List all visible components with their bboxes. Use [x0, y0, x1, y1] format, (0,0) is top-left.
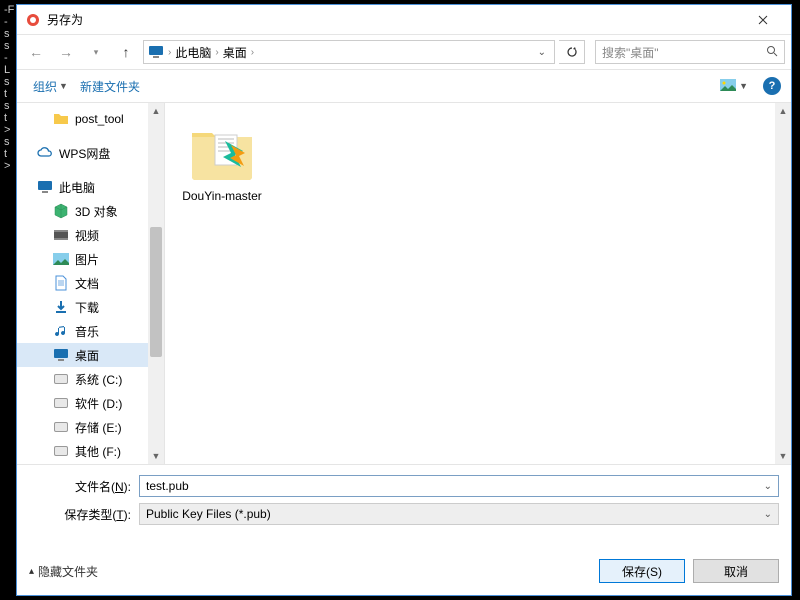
scroll-down-icon[interactable]: ▼ [775, 448, 791, 464]
thispc-icon [148, 44, 164, 60]
chevron-right-icon: › [251, 47, 254, 58]
breadcrumb-desktop[interactable]: 桌面 [223, 44, 247, 61]
up-button[interactable]: ↑ [113, 39, 139, 65]
sidebar-item-pictures[interactable]: 图片 [17, 247, 164, 271]
chevron-up-icon: ▴ [29, 566, 34, 577]
command-toolbar: 组织 ▼ 新建文件夹 ▼ ? [17, 69, 791, 103]
close-button[interactable] [743, 6, 783, 34]
filetype-label: 保存类型(T): [29, 506, 139, 523]
picture-icon [53, 251, 69, 267]
cloud-icon [37, 145, 53, 161]
chevron-down-icon[interactable]: ⌄ [764, 509, 772, 520]
nav-toolbar: ← → ▾ ↑ › 此电脑 › 桌面 › ⌄ 搜索"桌面" [17, 35, 791, 69]
sidebar-item-thispc[interactable]: 此电脑 [17, 175, 164, 199]
refresh-button[interactable] [559, 40, 585, 64]
titlebar: 另存为 [17, 5, 791, 35]
address-dropdown-icon[interactable]: ⌄ [534, 47, 550, 58]
filename-panel: 文件名(N): test.pub ⌄ 保存类型(T): Public Key F… [17, 464, 791, 541]
forward-button[interactable]: → [53, 39, 79, 65]
sidebar-item-desktop[interactable]: 桌面 [17, 343, 164, 367]
sidebar-item-music[interactable]: 音乐 [17, 319, 164, 343]
app-icon [25, 12, 41, 28]
scroll-up-icon[interactable]: ▲ [148, 103, 164, 119]
sidebar-item-wps[interactable]: WPS网盘 [17, 141, 164, 165]
view-mode-button[interactable]: ▼ [715, 76, 753, 97]
chevron-right-icon: › [168, 47, 171, 58]
sidebar-item-drive-e[interactable]: 存储 (E:) [17, 415, 164, 439]
filetype-select[interactable]: Public Key Files (*.pub) ⌄ [139, 503, 779, 525]
sidebar-scrollbar[interactable]: ▲ ▼ [148, 103, 164, 464]
chevron-down-icon: ▼ [59, 81, 68, 91]
save-button[interactable]: 保存(S) [599, 559, 685, 583]
sidebar-item-drive-c[interactable]: 系统 (C:) [17, 367, 164, 391]
drive-icon [53, 395, 69, 411]
desktop-icon [53, 347, 69, 363]
download-icon [53, 299, 69, 315]
search-input[interactable]: 搜索"桌面" [595, 40, 785, 64]
folder-icon [187, 115, 257, 185]
content-scrollbar[interactable]: ▲ ▼ [775, 103, 791, 464]
scroll-thumb[interactable] [150, 227, 162, 357]
sidebar-item-drive-d[interactable]: 软件 (D:) [17, 391, 164, 415]
folder-douyin-master[interactable]: DouYin-master [177, 115, 267, 203]
video-icon [53, 227, 69, 243]
chevron-down-icon: ▼ [739, 81, 748, 91]
dialog-actions: ▴ 隐藏文件夹 保存(S) 取消 [17, 541, 791, 595]
scroll-down-icon[interactable]: ▼ [148, 448, 164, 464]
cancel-button[interactable]: 取消 [693, 559, 779, 583]
hide-folders-toggle[interactable]: ▴ 隐藏文件夹 [29, 563, 98, 580]
save-as-dialog: 另存为 ← → ▾ ↑ › 此电脑 › 桌面 › ⌄ 搜索"桌面" [16, 4, 792, 596]
document-icon [53, 275, 69, 291]
drive-icon [53, 371, 69, 387]
music-icon [53, 323, 69, 339]
drive-icon [53, 443, 69, 459]
new-folder-button[interactable]: 新建文件夹 [74, 74, 146, 99]
address-bar[interactable]: › 此电脑 › 桌面 › ⌄ [143, 40, 555, 64]
picture-icon [720, 79, 736, 94]
sidebar-item-3dobjects[interactable]: 3D 对象 [17, 199, 164, 223]
sidebar-item-downloads[interactable]: 下载 [17, 295, 164, 319]
filename-input[interactable]: test.pub ⌄ [139, 475, 779, 497]
file-list[interactable]: DouYin-master ▲ ▼ [165, 103, 791, 464]
folder-label: DouYin-master [182, 189, 262, 203]
recent-dropdown[interactable]: ▾ [83, 39, 109, 65]
organize-button[interactable]: 组织 ▼ [27, 74, 74, 99]
navigation-tree[interactable]: post_tool WPS网盘 此电脑 3D 对象 视频 图片 [17, 103, 165, 464]
thispc-icon [37, 179, 53, 195]
sidebar-item-post-tool[interactable]: post_tool [17, 107, 164, 131]
back-button[interactable]: ← [23, 39, 49, 65]
drive-icon [53, 419, 69, 435]
scroll-up-icon[interactable]: ▲ [775, 103, 791, 119]
chevron-right-icon: › [215, 47, 218, 58]
sidebar-item-videos[interactable]: 视频 [17, 223, 164, 247]
sidebar-item-documents[interactable]: 文档 [17, 271, 164, 295]
help-button[interactable]: ? [763, 77, 781, 95]
filename-label: 文件名(N): [29, 478, 139, 495]
search-placeholder: 搜索"桌面" [602, 44, 659, 61]
chevron-down-icon[interactable]: ⌄ [764, 481, 772, 492]
breadcrumb-thispc[interactable]: 此电脑 [175, 44, 211, 61]
cube-icon [53, 203, 69, 219]
folder-icon [53, 111, 69, 127]
search-icon [766, 45, 778, 60]
dialog-title: 另存为 [47, 11, 743, 28]
sidebar-item-drive-f[interactable]: 其他 (F:) [17, 439, 164, 463]
